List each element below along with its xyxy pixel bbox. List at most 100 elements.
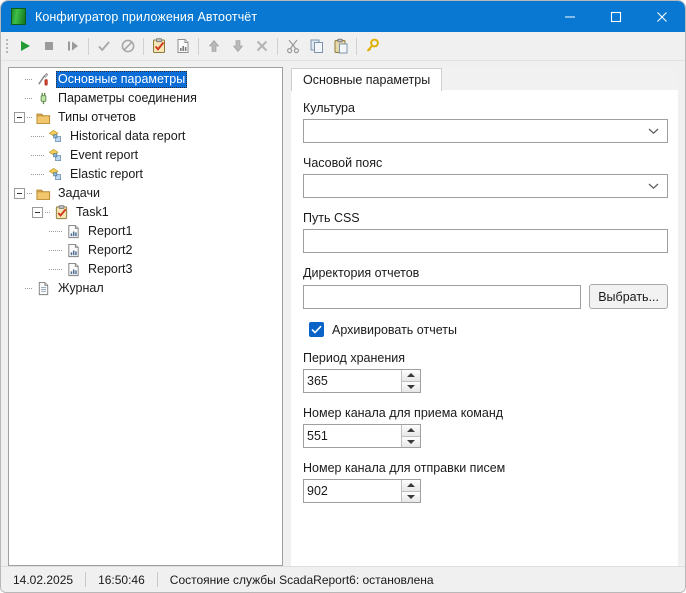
app-green-icon	[11, 8, 26, 25]
command-channel-label: Номер канала для приема команд	[303, 406, 504, 420]
tree-item-report3[interactable]: Report3	[9, 260, 282, 279]
spinner-up-icon[interactable]	[402, 480, 420, 491]
folder-icon	[35, 110, 52, 126]
navigation-tree[interactable]: Основные параметры Параметры соединения	[8, 67, 283, 566]
tab-label: Основные параметры	[303, 73, 431, 87]
main-body: Основные параметры Параметры соединения	[1, 61, 685, 566]
register-button[interactable]	[360, 34, 384, 58]
stop-button[interactable]	[37, 34, 61, 58]
status-bar: 14.02.2025 16:50:46 Состояние службы Sca…	[1, 566, 685, 592]
tree-expander-tasks[interactable]	[14, 188, 25, 199]
copy-button[interactable]	[305, 34, 329, 58]
toolbar-separator	[143, 37, 144, 55]
tab-strip-filler	[442, 68, 678, 91]
tree-item-label: Task1	[76, 205, 109, 219]
start-button[interactable]	[13, 34, 37, 58]
tree-item-connection-parameters[interactable]: Параметры соединения	[9, 89, 282, 108]
css-path-input[interactable]	[303, 229, 668, 253]
tree-item-tasks[interactable]: Задачи	[9, 184, 282, 203]
tree-item-label: Elastic report	[70, 167, 143, 181]
report-doc-icon	[65, 224, 82, 240]
tools-icon	[35, 72, 52, 88]
toolbar-grip[interactable]	[3, 37, 11, 55]
command-channel-input[interactable]	[304, 425, 401, 447]
move-down-button[interactable]	[226, 34, 250, 58]
tab-main-parameters[interactable]: Основные параметры	[291, 68, 443, 91]
tree-item-event-report[interactable]: Event report	[9, 146, 282, 165]
toolbar-separator	[277, 37, 278, 55]
browse-button[interactable]: Выбрать...	[589, 284, 668, 309]
close-button[interactable]	[639, 1, 685, 32]
tab-page-main-parameters: Культура Часовой пояс Путь CSS Директори…	[291, 91, 678, 566]
delete-button[interactable]	[250, 34, 274, 58]
tree-item-main-parameters[interactable]: Основные параметры	[9, 70, 282, 89]
tree-item-task1[interactable]: Task1	[9, 203, 282, 222]
tree-item-report2[interactable]: Report2	[9, 241, 282, 260]
retention-period-spin-buttons[interactable]	[401, 370, 420, 392]
reports-dir-input[interactable]	[303, 284, 582, 309]
tree-expander-task1[interactable]	[32, 207, 43, 218]
archive-reports-checkbox[interactable]	[309, 322, 324, 337]
command-channel-field-group: Номер канала для приема команд	[303, 406, 668, 448]
reports-dir-label: Директория отчетов	[303, 266, 420, 280]
command-channel-spinner[interactable]	[303, 424, 421, 448]
spinner-down-icon[interactable]	[402, 380, 420, 392]
tree-item-label: Задачи	[58, 186, 100, 200]
spinner-up-icon[interactable]	[402, 370, 420, 381]
spinner-down-icon[interactable]	[402, 435, 420, 447]
mail-channel-input[interactable]	[304, 480, 401, 502]
mail-channel-spinner[interactable]	[303, 479, 421, 503]
mail-channel-spin-buttons[interactable]	[401, 480, 420, 502]
log-document-icon	[35, 281, 52, 297]
plug-icon	[35, 91, 52, 107]
no-entry-icon[interactable]	[116, 34, 140, 58]
mail-channel-field-group: Номер канала для отправки писем	[303, 461, 668, 503]
mail-channel-label: Номер канала для отправки писем	[303, 461, 506, 475]
command-channel-spin-buttons[interactable]	[401, 425, 420, 447]
step-button[interactable]	[61, 34, 85, 58]
tree-expander-report-types[interactable]	[14, 112, 25, 123]
tree-item-label: Report3	[88, 262, 133, 276]
status-time: 16:50:46	[98, 572, 145, 587]
retention-period-input[interactable]	[304, 370, 401, 392]
maximize-button[interactable]	[593, 1, 639, 32]
status-date: 14.02.2025	[13, 572, 74, 587]
add-report-button[interactable]	[171, 34, 195, 58]
tree-item-label: Основные параметры	[56, 71, 188, 88]
culture-field-group: Культура	[303, 101, 668, 143]
retention-period-spinner[interactable]	[303, 369, 421, 393]
status-service-state: Состояние службы ScadaReport6: остановле…	[169, 572, 434, 587]
application-window: Конфигуратор приложения Автоотчёт Основн…	[0, 0, 686, 593]
toolbar-separator	[88, 37, 89, 55]
tree-item-label: Report1	[88, 224, 133, 238]
tree-item-label: Параметры соединения	[58, 91, 197, 105]
culture-combobox[interactable]	[303, 119, 668, 143]
tree-item-elastic-report[interactable]: Elastic report	[9, 165, 282, 184]
cut-button[interactable]	[281, 34, 305, 58]
toolbar-separator	[198, 37, 199, 55]
report-doc-icon	[65, 262, 82, 278]
toolbar	[1, 32, 685, 61]
archive-reports-row[interactable]: Архивировать отчеты	[309, 322, 668, 337]
minimize-button[interactable]	[547, 1, 593, 32]
culture-label: Культура	[303, 101, 355, 115]
tree-item-historical-data-report[interactable]: Historical data report	[9, 127, 282, 146]
chevron-down-icon	[648, 177, 659, 195]
add-task-button[interactable]	[147, 34, 171, 58]
css-path-field-group: Путь CSS	[303, 211, 668, 253]
timezone-field-group: Часовой пояс	[303, 156, 668, 198]
tree-item-log[interactable]: Журнал	[9, 279, 282, 298]
move-up-button[interactable]	[202, 34, 226, 58]
spinner-up-icon[interactable]	[402, 425, 420, 436]
spinner-down-icon[interactable]	[402, 490, 420, 502]
toolbar-separator	[356, 37, 357, 55]
paste-button[interactable]	[329, 34, 353, 58]
reports-dir-field-group: Директория отчетов Выбрать...	[303, 266, 668, 309]
retention-period-field-group: Период хранения	[303, 351, 668, 393]
apply-button[interactable]	[92, 34, 116, 58]
tree-item-report-types[interactable]: Типы отчетов	[9, 108, 282, 127]
tree-item-report1[interactable]: Report1	[9, 222, 282, 241]
timezone-combobox[interactable]	[303, 174, 668, 198]
settings-pane: Основные параметры Культура Часовой пояс…	[291, 67, 678, 566]
task-icon	[53, 205, 70, 221]
